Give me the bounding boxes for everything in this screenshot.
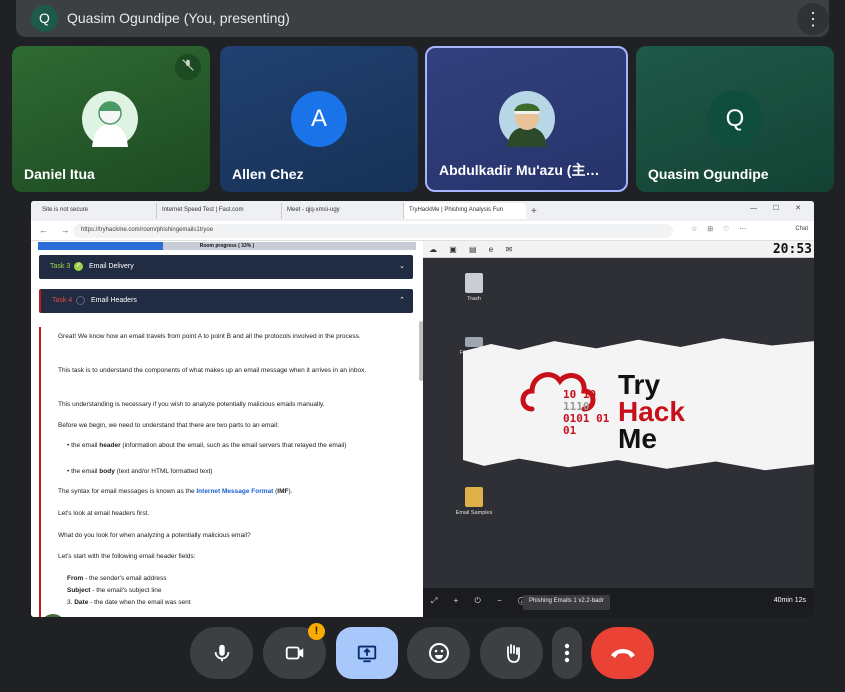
progress-label: Room progress ( 33% ): [199, 243, 255, 249]
paragraph: The syntax for email messages is known a…: [58, 488, 293, 495]
participant-name: Daniel Itua: [24, 166, 95, 182]
task-number: Task 4: [52, 297, 73, 304]
vm-desktop: ☁ ▣ ▤ e ✉ 20:53 Trash File System Home T…: [423, 241, 814, 617]
avatar: A: [291, 91, 347, 147]
camera-icon: [285, 646, 303, 660]
more-options-button[interactable]: [552, 627, 582, 679]
avatar: Q: [707, 91, 763, 147]
presenting-bar: Q Quasim Ogundipe (You, presenting) ⋮: [16, 0, 829, 37]
desktop-icon-label: Email Samples: [455, 510, 493, 516]
paragraph: This task is to understand the component…: [58, 367, 367, 374]
shared-screen: Site is not secure Internet Speed Test |…: [31, 201, 814, 617]
paragraph: Let's start with the following email hea…: [58, 553, 196, 560]
task-content: Great! We know how an email travels from…: [39, 327, 413, 617]
end-call-button[interactable]: [591, 627, 654, 679]
warning-icon: !: [308, 623, 325, 640]
presenter-avatar: Q: [31, 5, 58, 32]
desktop-icon-label: Trash: [467, 296, 481, 302]
chat-button[interactable]: Chat: [795, 226, 808, 232]
task-number: Task 3: [50, 263, 71, 270]
binary-logo: 10 10 1110 0101 01 01: [563, 388, 610, 437]
vm-app-icons[interactable]: ☁ ▣ ▤ e ✉: [429, 245, 517, 254]
avatar: [82, 91, 138, 147]
imf-link[interactable]: Internet Message Format: [196, 488, 273, 495]
list-item: From - the sender's email address: [67, 575, 167, 582]
task-4-header[interactable]: Task 4 Email Headers ⌃: [39, 289, 413, 313]
call-controls: [0, 627, 845, 679]
present-screen-button[interactable]: [336, 627, 398, 679]
participant-tile-abdulkadir[interactable]: Abdulkadir Mu'azu (主…: [425, 46, 628, 192]
check-icon: ✓: [74, 262, 83, 271]
list-item: Subject - the email's subject line: [67, 587, 162, 594]
meet-window: Q Quasim Ogundipe (You, presenting) ⋮ Da…: [0, 0, 845, 692]
browser-tab-bar: Site is not secure Internet Speed Test |…: [31, 201, 814, 221]
vm-control-icons[interactable]: ⤢ + ⏻ − ⓘ: [431, 596, 532, 606]
new-tab-icon[interactable]: +: [531, 206, 537, 217]
incomplete-icon: [76, 296, 85, 305]
paragraph: This understanding is necessary if you w…: [58, 401, 325, 408]
mic-off-icon: [175, 54, 201, 80]
raise-hand-button[interactable]: [480, 627, 543, 679]
paragraph: What do you look for when analyzing a po…: [58, 532, 251, 539]
paragraph: Before we begin, we need to understand t…: [58, 422, 279, 429]
more-icon: [564, 643, 570, 663]
paragraph: Let's look at email headers first.: [58, 510, 150, 517]
browser-tab-active[interactable]: TryHackMe | Phishing Analysis Fun: [404, 203, 526, 219]
task-3-header[interactable]: Task 3 ✓ Email Delivery ⌄: [39, 255, 413, 279]
browser-tab[interactable]: Site is not secure: [37, 203, 157, 219]
participant-tile-allen[interactable]: A Allen Chez: [220, 46, 418, 192]
url-field[interactable]: https://tryhackme.com/room/phishingemail…: [73, 224, 673, 238]
browser-tab[interactable]: Meet - qjq-xmsi-ugy: [282, 203, 404, 219]
list-item: • the email body (text and/or HTML forma…: [67, 468, 213, 475]
microphone-button[interactable]: [190, 627, 253, 679]
window-controls[interactable]: — ☐ ✕: [750, 204, 808, 212]
task-title: Email Delivery: [89, 263, 134, 270]
vm-clock: 20:53: [772, 242, 812, 257]
desktop-icon-trash[interactable]: Trash: [447, 273, 501, 302]
present-screen-icon: [357, 645, 377, 663]
participant-tile-quasim[interactable]: Q Quasim Ogundipe: [636, 46, 834, 192]
presenting-label: Quasim Ogundipe (You, presenting): [67, 10, 290, 26]
room-panel: Room progress ( 33% ) Task 3 ✓ Email Del…: [31, 241, 423, 617]
extension-icons[interactable]: ☆ ⊞ ♡ ⋯: [691, 225, 750, 233]
time-remaining: 40min 12s: [773, 597, 806, 604]
participant-tile-daniel[interactable]: Daniel Itua: [12, 46, 210, 192]
emoji-button[interactable]: [407, 627, 470, 679]
presenting-more-button[interactable]: ⋮: [797, 3, 829, 35]
participant-name: Quasim Ogundipe: [648, 166, 769, 182]
machine-name: Phishing Emails 1 v2.2-badr: [523, 595, 610, 610]
participant-name: Allen Chez: [232, 166, 304, 182]
microphone-icon: [214, 644, 229, 662]
list-item: • the email header (information about th…: [67, 442, 347, 449]
browser-tab[interactable]: Internet Speed Test | Fast.com: [157, 203, 282, 219]
vm-status-bar: ⤢ + ⏻ − ⓘ Phishing Emails 1 v2.2-badr 40…: [423, 588, 814, 617]
end-call-icon: [610, 649, 635, 658]
raise-hand-icon: [506, 644, 520, 663]
participant-name: Abdulkadir Mu'azu (主…: [439, 162, 600, 178]
emoji-icon: [428, 643, 449, 663]
room-progress-bar: Room progress ( 33% ): [38, 242, 416, 250]
desktop-icon-email-samples[interactable]: Email Samples: [447, 487, 501, 516]
list-item: 3. Date - the date when the email was se…: [67, 599, 191, 606]
chevron-down-icon: ⌄: [399, 263, 405, 270]
assistant-bot-icon[interactable]: [41, 614, 65, 617]
tryhackme-logo: Try Hack Me: [618, 369, 685, 454]
task-title: Email Headers: [91, 297, 137, 304]
address-bar: ← → ⟳ https://tryhackme.com/room/phishin…: [31, 221, 814, 241]
avatar: [499, 91, 555, 147]
paragraph: Great! We know how an email travels from…: [58, 333, 361, 340]
vm-taskbar: ☁ ▣ ▤ e ✉ 20:53: [423, 241, 814, 258]
chevron-up-icon: ⌃: [399, 297, 405, 304]
